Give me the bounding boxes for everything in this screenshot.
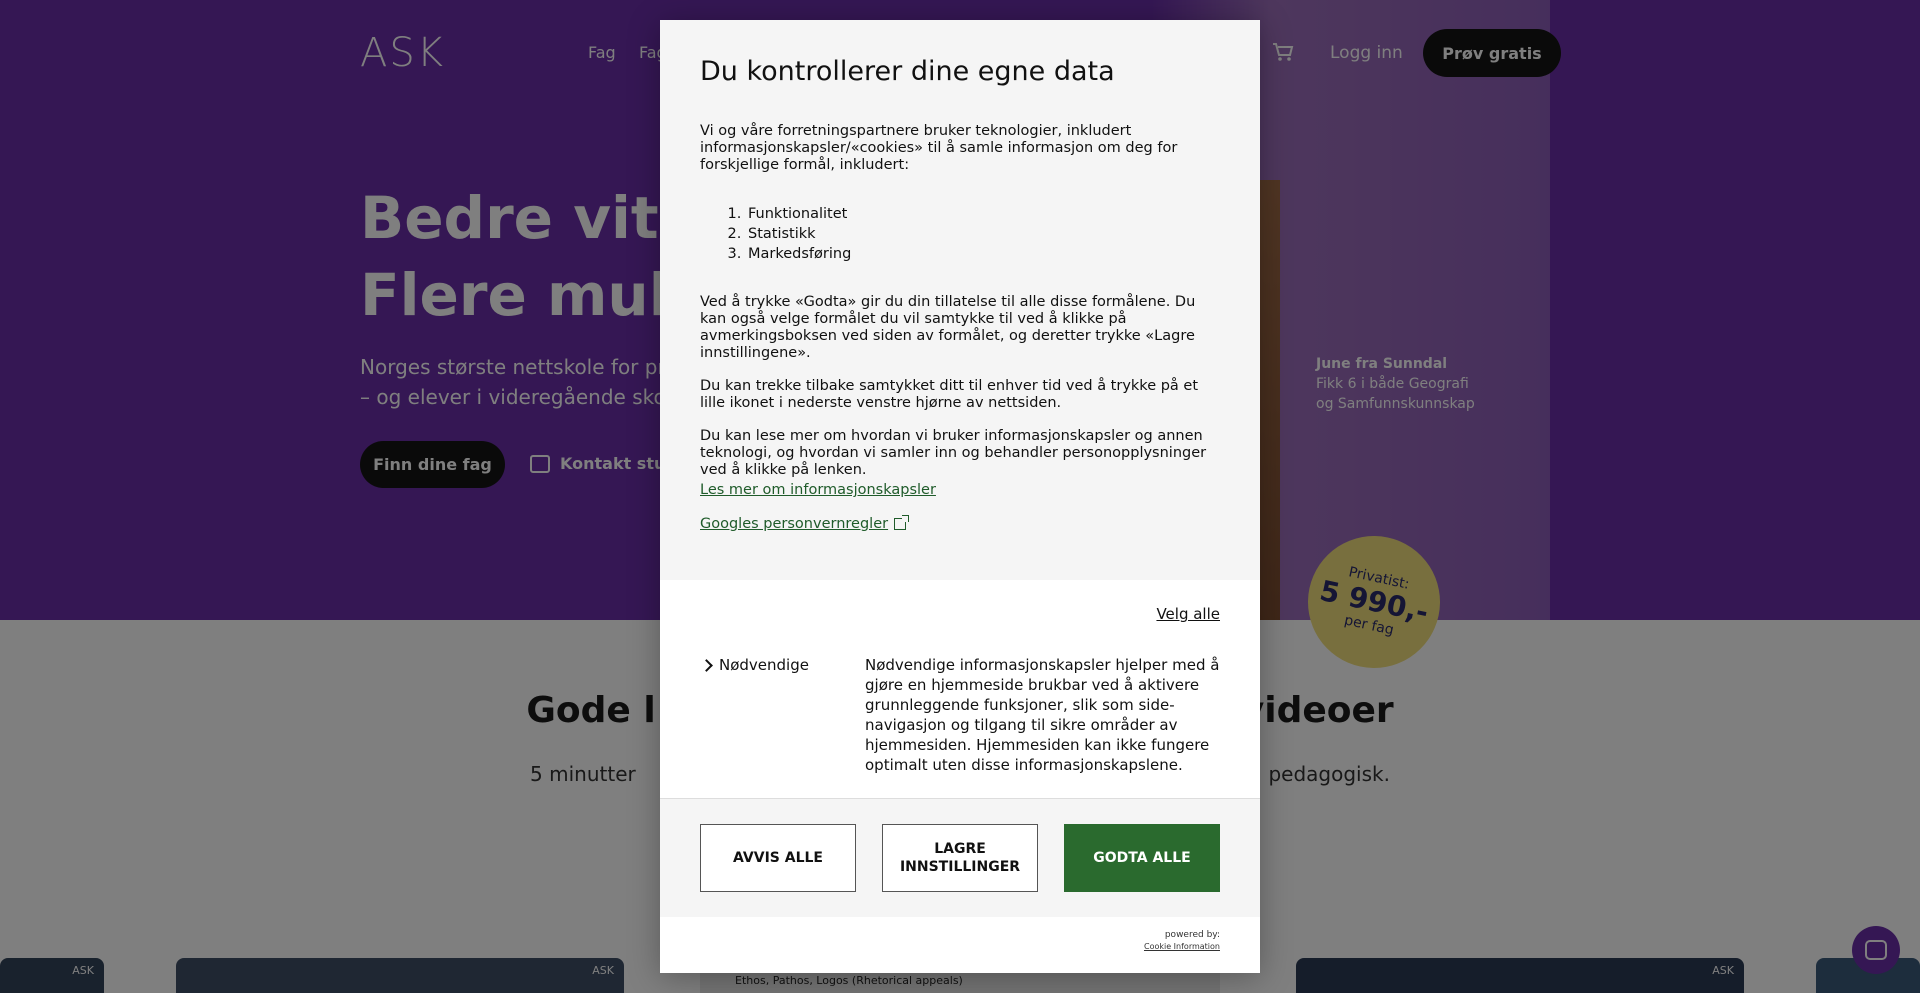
google-privacy-link[interactable]: Googles personvernregler xyxy=(700,515,1220,532)
powered-by-label: powered by: xyxy=(1164,930,1220,940)
purpose-item: Markedsføring xyxy=(746,244,1220,264)
purpose-list: Funktionalitet Statistikk Markedsføring xyxy=(746,204,1220,264)
category-description: Nødvendige informasjonskapsler hjelper m… xyxy=(865,656,1220,774)
cookie-information-link[interactable]: Cookie Information xyxy=(1144,941,1220,953)
dialog-intro: Vi og våre forretningspartnere bruker te… xyxy=(700,123,1178,173)
consent-text: Ved å trykke «Godta» gir du din tillatel… xyxy=(700,294,1196,361)
google-privacy-link-label: Googles personvernregler xyxy=(700,516,889,532)
reject-all-button[interactable]: AVVIS ALLE xyxy=(700,824,856,892)
dialog-content: Du kontrollerer dine egne data Vi og vår… xyxy=(660,20,1260,580)
withdraw-text: Du kan trekke tilbake samtykket ditt til… xyxy=(700,378,1199,411)
cookie-consent-dialog: Du kontrollerer dine egne data Vi og vår… xyxy=(660,20,1260,973)
read-more-text: Du kan lese mer om hvordan vi bruker inf… xyxy=(700,428,1207,478)
select-all-link[interactable]: Velg alle xyxy=(1156,605,1220,623)
category-toggle[interactable]: Nødvendige xyxy=(700,655,865,675)
purpose-item: Statistikk xyxy=(746,224,1220,244)
accept-all-button[interactable]: GODTA ALLE xyxy=(1064,824,1220,892)
category-row: Nødvendige Nødvendige informasjonskapsle… xyxy=(700,655,1220,775)
save-settings-button[interactable]: LAGRE INNSTILLINGER xyxy=(882,824,1038,892)
dialog-title: Du kontrollerer dine egne data xyxy=(700,56,1115,87)
powered-by: powered by: Cookie Information xyxy=(1144,929,1220,953)
purpose-item: Funktionalitet xyxy=(746,204,1220,224)
dialog-actions: AVVIS ALLE LAGRE INNSTILLINGER GODTA ALL… xyxy=(660,798,1260,917)
dialog-footer: powered by: Cookie Information xyxy=(660,917,1260,973)
chevron-right-icon xyxy=(700,658,713,672)
read-more-link[interactable]: Les mer om informasjonskapsler xyxy=(700,482,936,498)
external-link-icon xyxy=(894,515,910,530)
cookie-categories: Velg alle Nødvendige Nødvendige informas… xyxy=(660,580,1260,798)
category-name: Nødvendige xyxy=(719,656,809,674)
